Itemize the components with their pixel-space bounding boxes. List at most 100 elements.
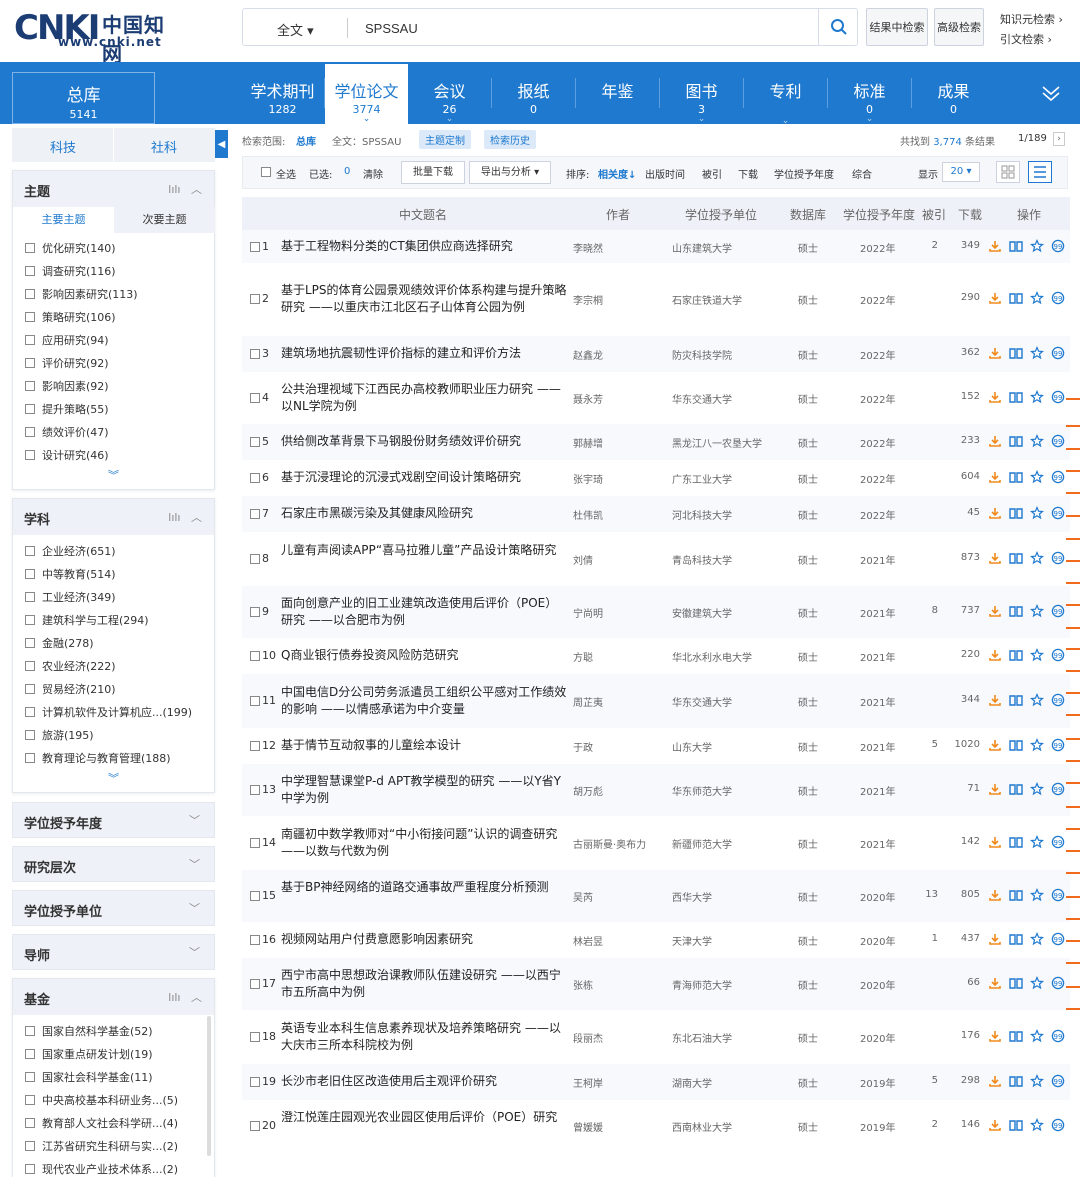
row-checkbox[interactable]	[250, 979, 260, 989]
checkbox[interactable]	[25, 1095, 35, 1105]
favorite-icon[interactable]	[1030, 551, 1044, 565]
quote-icon[interactable]: 99	[1051, 434, 1065, 448]
read-icon[interactable]	[1009, 551, 1023, 565]
checkbox[interactable]	[25, 427, 35, 437]
collapse-sidebar-button[interactable]: ◀	[215, 130, 228, 158]
row-checkbox[interactable]	[250, 349, 260, 359]
row-checkbox[interactable]	[250, 509, 260, 519]
facet-supervisor[interactable]: 导师 ﹀	[12, 934, 215, 970]
clear-link[interactable]: 清除	[363, 166, 383, 181]
sort-degree-year[interactable]: 学位授予年度	[774, 166, 834, 181]
quote-icon[interactable]: 99	[1051, 291, 1065, 305]
panel-header[interactable]: 基金 lılı ︿	[13, 979, 214, 1015]
search-input[interactable]	[365, 16, 805, 40]
row-author[interactable]: 宁尚明	[573, 605, 603, 620]
tab-social-science[interactable]: 社科	[151, 137, 177, 156]
tab-main-topic[interactable]: 主要主题	[13, 207, 114, 233]
row-unit[interactable]: 青岛科技大学	[672, 552, 732, 567]
read-icon[interactable]	[1009, 1029, 1023, 1043]
row-author[interactable]: 林岩昱	[573, 933, 603, 948]
row-title-link[interactable]: 英语专业本科生信息素养现状及培养策略研究 ——以大庆市三所本科院校为例	[281, 1020, 567, 1054]
list-view-button[interactable]	[1028, 161, 1052, 183]
favorite-icon[interactable]	[1030, 1074, 1044, 1088]
favorite-icon[interactable]	[1030, 291, 1044, 305]
facet-item[interactable]: 农业经济(222)	[13, 655, 214, 678]
row-checkbox[interactable]	[250, 393, 260, 403]
checkbox[interactable]	[25, 707, 35, 717]
read-icon[interactable]	[1009, 888, 1023, 902]
row-unit[interactable]: 青海师范大学	[672, 977, 732, 992]
chart-icon[interactable]: lılı	[168, 991, 180, 1004]
scope-value[interactable]: 总库	[296, 133, 316, 148]
row-author[interactable]: 李宗桐	[573, 292, 603, 307]
export-analysis-dropdown[interactable]: 导出与分析 ▾	[469, 161, 551, 184]
read-icon[interactable]	[1009, 693, 1023, 707]
row-checkbox[interactable]	[250, 1032, 260, 1042]
facet-item[interactable]: 建筑科学与工程(294)	[13, 609, 214, 632]
facet-item[interactable]: 绩效评价(47)	[13, 421, 214, 444]
facet-item[interactable]: 提升策略(55)	[13, 398, 214, 421]
search-history-button[interactable]: 检索历史	[484, 130, 536, 149]
download-icon[interactable]	[988, 648, 1002, 662]
facet-item[interactable]: 设计研究(46)	[13, 444, 214, 467]
row-author[interactable]: 曾媛媛	[573, 1119, 603, 1134]
read-icon[interactable]	[1009, 1118, 1023, 1132]
row-title-link[interactable]: 儿童有声阅读APP“喜马拉雅儿童”产品设计策略研究	[281, 542, 567, 559]
row-title-link[interactable]: Q商业银行债券投资风险防范研究	[281, 647, 567, 664]
tab-science[interactable]: 科技	[50, 137, 76, 156]
chevron-up-icon[interactable]: ︿	[191, 991, 202, 1004]
quote-icon[interactable]: 99	[1051, 506, 1065, 520]
row-title-link[interactable]: 基于情节互动叙事的儿童绘本设计	[281, 737, 567, 754]
checkbox[interactable]	[25, 1026, 35, 1036]
read-icon[interactable]	[1009, 782, 1023, 796]
quote-icon[interactable]: 99	[1051, 932, 1065, 946]
citation-search-link[interactable]: 引文检索 ›	[1000, 30, 1063, 50]
checkbox[interactable]	[25, 289, 35, 299]
checkbox[interactable]	[25, 684, 35, 694]
download-icon[interactable]	[988, 693, 1002, 707]
download-icon[interactable]	[988, 738, 1002, 752]
read-icon[interactable]	[1009, 835, 1023, 849]
row-title-link[interactable]: 南疆初中数学教师对“中小衔接问题”认识的调查研究 ——以数与代数为例	[281, 826, 567, 860]
row-unit[interactable]: 新疆师范大学	[672, 836, 732, 851]
row-title-link[interactable]: 中学理智慧课堂P-d APT教学模型的研究 ——以Y省Y中学为例	[281, 773, 567, 807]
row-title-link[interactable]: 视频网站用户付费意愿影响因素研究	[281, 931, 567, 948]
facet-item[interactable]: 优化研究(140)	[13, 237, 214, 260]
favorite-icon[interactable]	[1030, 470, 1044, 484]
chevron-up-icon[interactable]: ︿	[191, 511, 202, 524]
favorite-icon[interactable]	[1030, 346, 1044, 360]
row-author[interactable]: 周芷夷	[573, 694, 603, 709]
quote-icon[interactable]: 99	[1051, 604, 1065, 618]
row-title-link[interactable]: 公共治理视域下江西民办高校教师职业压力研究 ——以NL学院为例	[281, 381, 567, 415]
checkbox[interactable]	[25, 569, 35, 579]
tab-newspaper[interactable]: 报纸 0	[492, 62, 575, 124]
facet-degree-year[interactable]: 学位授予年度 ﹀	[12, 802, 215, 838]
row-unit[interactable]: 安徽建筑大学	[672, 605, 732, 620]
chart-icon[interactable]: lılı	[168, 183, 180, 196]
facet-item[interactable]: 国家重点研发计划(19)	[13, 1043, 214, 1066]
row-author[interactable]: 胡万彪	[573, 783, 603, 798]
tab-conference[interactable]: 会议 26 ⌄	[408, 62, 491, 124]
facet-item[interactable]: 国家自然科学基金(52)	[13, 1020, 214, 1043]
row-title-link[interactable]: 长沙市老旧住区改造使用后主观评价研究	[281, 1073, 567, 1090]
checkbox[interactable]	[25, 358, 35, 368]
read-icon[interactable]	[1009, 434, 1023, 448]
favorite-icon[interactable]	[1030, 1118, 1044, 1132]
download-icon[interactable]	[988, 835, 1002, 849]
checkbox[interactable]	[25, 1118, 35, 1128]
grid-view-button[interactable]	[996, 161, 1020, 183]
row-unit[interactable]: 黑龙江八一农垦大学	[672, 435, 762, 450]
read-icon[interactable]	[1009, 470, 1023, 484]
read-icon[interactable]	[1009, 738, 1023, 752]
row-author[interactable]: 于政	[573, 739, 593, 754]
checkbox[interactable]	[25, 243, 35, 253]
row-author[interactable]: 张栋	[573, 977, 593, 992]
show-more-button[interactable]: ︾	[13, 467, 214, 485]
facet-item[interactable]: 国家社会科学基金(11)	[13, 1066, 214, 1089]
quote-icon[interactable]: 99	[1051, 693, 1065, 707]
favorite-icon[interactable]	[1030, 976, 1044, 990]
read-icon[interactable]	[1009, 976, 1023, 990]
read-icon[interactable]	[1009, 390, 1023, 404]
facet-item[interactable]: 江苏省研究生科研与实...(2)	[13, 1135, 214, 1158]
checkbox[interactable]	[25, 381, 35, 391]
